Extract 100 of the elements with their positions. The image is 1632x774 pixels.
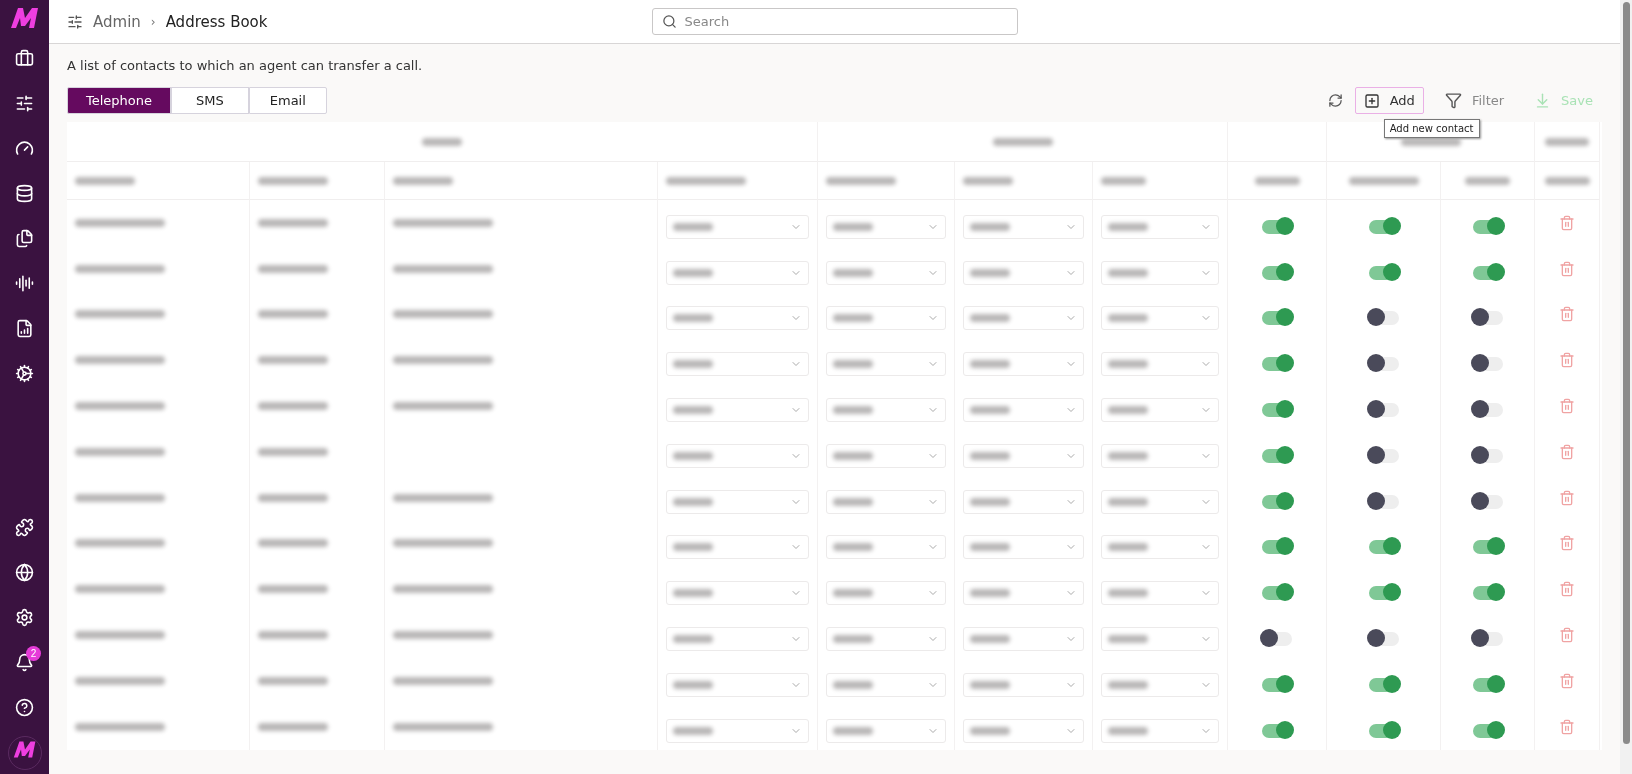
toggle-switch[interactable] (1368, 219, 1399, 234)
breadcrumb-link[interactable]: Admin (93, 12, 141, 31)
tab[interactable]: SMS (171, 87, 249, 114)
toggle-switch[interactable] (1368, 265, 1399, 280)
dropdown[interactable] (1101, 443, 1219, 468)
dropdown[interactable] (826, 306, 946, 331)
dropdown[interactable] (1101, 214, 1219, 239)
toggle-switch[interactable] (1262, 219, 1292, 234)
toggle-switch[interactable] (1368, 677, 1399, 692)
dropdown[interactable] (963, 672, 1084, 697)
toggle-switch[interactable] (1472, 540, 1503, 555)
toggle-switch[interactable] (1262, 265, 1292, 280)
dropdown[interactable] (963, 627, 1084, 652)
dropdown[interactable] (963, 581, 1084, 606)
dropdown[interactable] (826, 260, 946, 285)
toggle-switch[interactable] (1472, 677, 1503, 692)
trash-icon[interactable] (1559, 535, 1575, 552)
dropdown[interactable] (1101, 489, 1219, 514)
sidebar-item[interactable]: 2 (0, 640, 49, 685)
scrollbar[interactable] (1620, 0, 1632, 774)
dropdown[interactable] (826, 214, 946, 239)
tab[interactable]: Email (248, 87, 327, 114)
dropdown[interactable] (666, 398, 809, 423)
trash-icon[interactable] (1559, 260, 1575, 277)
toggle-switch[interactable] (1472, 448, 1503, 463)
toggle-switch[interactable] (1262, 311, 1292, 326)
dropdown[interactable] (963, 306, 1084, 331)
toggle-switch[interactable] (1368, 357, 1399, 372)
dropdown[interactable] (963, 260, 1084, 285)
dropdown[interactable] (963, 443, 1084, 468)
toggle-switch[interactable] (1368, 448, 1399, 463)
dropdown[interactable] (826, 627, 946, 652)
toggle-switch[interactable] (1262, 632, 1292, 647)
dropdown[interactable] (963, 535, 1084, 560)
dropdown[interactable] (1101, 535, 1219, 560)
tab[interactable]: Telephone (67, 87, 172, 114)
toggle-switch[interactable] (1472, 265, 1503, 280)
trash-icon[interactable] (1559, 443, 1575, 460)
toggle-switch[interactable] (1472, 357, 1503, 372)
add-button[interactable]: Add (1354, 87, 1424, 114)
toggle-switch[interactable] (1262, 403, 1292, 418)
trash-icon[interactable] (1559, 398, 1575, 415)
dropdown[interactable] (666, 306, 809, 331)
dropdown[interactable] (1101, 398, 1219, 423)
dropdown[interactable] (666, 260, 809, 285)
trash-icon[interactable] (1559, 627, 1575, 644)
trash-icon[interactable] (1559, 581, 1575, 598)
dropdown[interactable] (1101, 306, 1219, 331)
toggle-switch[interactable] (1368, 494, 1399, 509)
toggle-switch[interactable] (1368, 540, 1399, 555)
dropdown[interactable] (1101, 627, 1219, 652)
dropdown[interactable] (1101, 718, 1219, 743)
dropdown[interactable] (1101, 672, 1219, 697)
toggle-switch[interactable] (1472, 311, 1503, 326)
dropdown[interactable] (666, 352, 809, 377)
dropdown[interactable] (1101, 581, 1219, 606)
toggle-switch[interactable] (1262, 586, 1292, 601)
toggle-switch[interactable] (1368, 723, 1399, 738)
dropdown[interactable] (963, 214, 1084, 239)
dropdown[interactable] (826, 398, 946, 423)
toggle-switch[interactable] (1472, 586, 1503, 601)
toggle-switch[interactable] (1472, 403, 1503, 418)
toggle-switch[interactable] (1472, 219, 1503, 234)
dropdown[interactable] (666, 214, 809, 239)
dropdown[interactable] (826, 352, 946, 377)
dropdown[interactable] (826, 581, 946, 606)
dropdown[interactable] (666, 535, 809, 560)
toggle-switch[interactable] (1262, 448, 1292, 463)
dropdown[interactable] (963, 352, 1084, 377)
trash-icon[interactable] (1559, 352, 1575, 369)
dropdown[interactable] (826, 489, 946, 514)
toggle-switch[interactable] (1262, 494, 1292, 509)
dropdown[interactable] (963, 489, 1084, 514)
dropdown[interactable] (826, 672, 946, 697)
trash-icon[interactable] (1559, 672, 1575, 689)
toggle-switch[interactable] (1472, 632, 1503, 647)
dropdown[interactable] (826, 443, 946, 468)
dropdown[interactable] (666, 443, 809, 468)
dropdown[interactable] (1101, 260, 1219, 285)
trash-icon[interactable] (1559, 489, 1575, 506)
toggle-switch[interactable] (1472, 723, 1503, 738)
toggle-switch[interactable] (1368, 632, 1399, 647)
dropdown[interactable] (666, 489, 809, 514)
dropdown[interactable] (1101, 352, 1219, 377)
toggle-switch[interactable] (1262, 723, 1292, 738)
toggle-switch[interactable] (1262, 677, 1292, 692)
dropdown[interactable] (826, 718, 946, 743)
toggle-switch[interactable] (1472, 494, 1503, 509)
trash-icon[interactable] (1559, 718, 1575, 735)
dropdown[interactable] (963, 398, 1084, 423)
trash-icon[interactable] (1559, 306, 1575, 323)
dropdown[interactable] (666, 581, 809, 606)
trash-icon[interactable] (1559, 214, 1575, 231)
dropdown[interactable] (666, 627, 809, 652)
dropdown[interactable] (666, 718, 809, 743)
dropdown[interactable] (666, 672, 809, 697)
toggle-switch[interactable] (1262, 357, 1292, 372)
search-field[interactable]: Search (651, 8, 1018, 35)
toggle-switch[interactable] (1368, 311, 1399, 326)
toggle-switch[interactable] (1368, 586, 1399, 601)
